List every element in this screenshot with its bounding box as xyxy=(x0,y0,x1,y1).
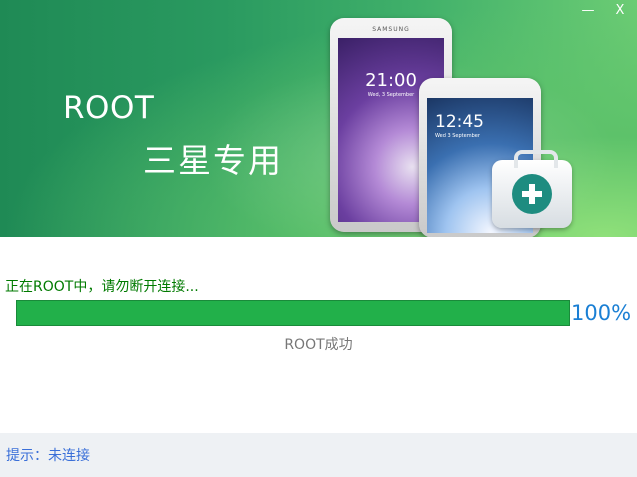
phone-brand-label: SAMSUNG xyxy=(372,26,410,33)
plus-icon xyxy=(529,184,535,204)
banner-title: ROOT xyxy=(63,90,155,126)
hint-text: 提示：未连接 xyxy=(6,448,90,464)
first-aid-kit-icon xyxy=(492,150,572,228)
phone-clock: 12:45 xyxy=(435,112,484,132)
result-text: ROOT成功 xyxy=(284,337,353,353)
minimize-button[interactable]: — xyxy=(577,2,599,20)
status-text: 正在ROOT中，请勿断开连接... xyxy=(5,279,199,295)
progress-bar xyxy=(16,300,570,326)
kit-handle xyxy=(514,150,558,168)
progress-percent: 100% xyxy=(571,301,632,325)
close-button[interactable]: X xyxy=(609,2,631,20)
header-banner: — X ROOT 三星专用 SAMSUNG 21:00 Wed, 3 Septe… xyxy=(0,0,637,237)
banner-subtitle: 三星专用 xyxy=(143,141,283,180)
kit-badge xyxy=(512,174,552,214)
phone-date: Wed 3 September xyxy=(435,133,480,139)
progress-fill xyxy=(17,301,569,325)
footer-bar: 提示：未连接 xyxy=(0,433,637,477)
